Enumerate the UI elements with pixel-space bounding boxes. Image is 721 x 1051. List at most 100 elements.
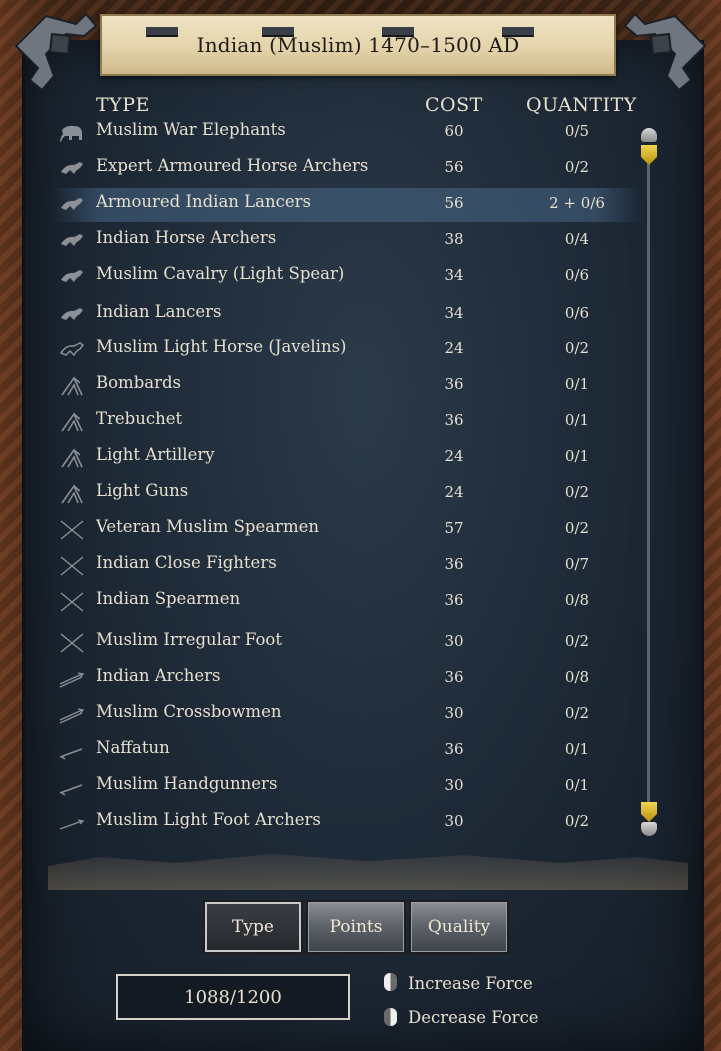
- unit-cost: 24: [444, 447, 464, 465]
- title-banner: Indian (Muslim) 1470–1500 AD: [100, 14, 616, 76]
- crossed-spears-icon: [58, 555, 86, 577]
- unit-name: Expert Armoured Horse Archers: [96, 156, 369, 175]
- unit-name: Indian Archers: [96, 666, 221, 685]
- unit-row[interactable]: Indian Close Fighters 36 0/7: [52, 549, 642, 583]
- unit-name: Indian Close Fighters: [96, 553, 277, 572]
- unit-quantity: 0/6: [564, 266, 590, 284]
- unit-row[interactable]: Muslim Irregular Foot 30 0/2: [52, 626, 642, 660]
- force-points-display: 1088/1200: [116, 974, 350, 1020]
- corner-ornament-right-icon: [623, 12, 707, 92]
- crossed-spears-icon: [58, 632, 86, 654]
- scrollbar[interactable]: [640, 128, 658, 836]
- unit-row[interactable]: Light Artillery 24 0/1: [52, 441, 642, 475]
- scroll-thumb-bottom[interactable]: [641, 802, 657, 822]
- unit-row[interactable]: Indian Horse Archers 38 0/4: [52, 224, 642, 258]
- horse-icon: [58, 158, 86, 180]
- unit-name: Muslim Irregular Foot: [96, 630, 282, 649]
- sort-quality-button[interactable]: Quality: [409, 900, 509, 954]
- unit-row[interactable]: Naffatun 36 0/1: [52, 734, 642, 768]
- horse-icon: [58, 266, 86, 288]
- header-quantity[interactable]: QUANTITY: [526, 94, 637, 116]
- unit-name: Trebuchet: [96, 409, 183, 428]
- unit-quantity: 0/1: [564, 411, 590, 429]
- unit-row[interactable]: Indian Spearmen 36 0/8: [52, 585, 642, 619]
- artillery-icon: [58, 447, 86, 469]
- unit-row[interactable]: Light Guns 24 0/2: [52, 477, 642, 511]
- left-mouse-icon: [384, 973, 397, 991]
- horse-icon: [58, 230, 86, 252]
- gun-icon: [58, 776, 86, 798]
- unit-row[interactable]: Indian Lancers 34 0/6: [52, 298, 642, 332]
- unit-row[interactable]: Muslim War Elephants 60 0/5: [52, 116, 642, 150]
- unit-quantity: 0/4: [564, 230, 590, 248]
- scroll-down-button[interactable]: [641, 822, 657, 836]
- artillery-icon: [58, 411, 86, 433]
- unit-row[interactable]: Muslim Handgunners 30 0/1: [52, 770, 642, 804]
- unit-row[interactable]: Armoured Indian Lancers 56 2 + 0/6: [52, 188, 642, 222]
- unit-row[interactable]: Muslim Cavalry (Light Spear) 34 0/6: [52, 260, 642, 294]
- unit-quantity: 0/7: [564, 555, 590, 573]
- unit-row[interactable]: Muslim Light Foot Archers 30 0/2: [52, 806, 642, 840]
- unit-row[interactable]: Bombards 36 0/1: [52, 369, 642, 403]
- unit-cost: 56: [444, 158, 464, 176]
- scroll-up-button[interactable]: [641, 128, 657, 142]
- unit-cost: 38: [444, 230, 464, 248]
- corner-ornament-left-icon: [14, 12, 98, 92]
- unit-name: Muslim Light Foot Archers: [96, 810, 321, 829]
- crossed-spears-icon: [58, 591, 86, 613]
- unit-row[interactable]: Muslim Crossbowmen 30 0/2: [52, 698, 642, 732]
- unit-name: Indian Horse Archers: [96, 228, 277, 247]
- unit-name: Indian Spearmen: [96, 589, 241, 608]
- unit-cost: 24: [444, 339, 464, 357]
- unit-cost: 36: [444, 375, 464, 393]
- unit-cost: 36: [444, 555, 464, 573]
- unit-quantity: 2 + 0/6: [549, 194, 605, 212]
- scroll-track[interactable]: [647, 146, 650, 818]
- unit-name: Indian Lancers: [96, 302, 222, 321]
- unit-cost: 36: [444, 591, 464, 609]
- unit-row[interactable]: Muslim Light Horse (Javelins) 24 0/2: [52, 333, 642, 367]
- unit-cost: 36: [444, 411, 464, 429]
- unit-row[interactable]: Indian Archers 36 0/8: [52, 662, 642, 696]
- unit-row[interactable]: Trebuchet 36 0/1: [52, 405, 642, 439]
- unit-quantity: 0/1: [564, 776, 590, 794]
- unit-cost: 60: [444, 122, 464, 140]
- arrows-icon: [58, 704, 86, 726]
- unit-quantity: 0/2: [564, 519, 590, 537]
- unit-quantity: 0/1: [564, 447, 590, 465]
- unit-cost: 30: [444, 812, 464, 830]
- banner-notch: [502, 27, 534, 37]
- unit-name: Muslim War Elephants: [96, 120, 286, 139]
- unit-cost: 34: [444, 266, 464, 284]
- unit-name: Naffatun: [96, 738, 170, 757]
- unit-name: Muslim Light Horse (Javelins): [96, 337, 347, 356]
- horse-icon: [58, 304, 86, 326]
- unit-cost: 36: [444, 740, 464, 758]
- header-type[interactable]: TYPE: [96, 94, 150, 116]
- unit-quantity: 0/2: [564, 158, 590, 176]
- gun-icon: [58, 740, 86, 762]
- unit-quantity: 0/5: [564, 122, 590, 140]
- increase-force-hint: Increase Force: [408, 974, 533, 993]
- unit-cost: 30: [444, 704, 464, 722]
- sort-type-button[interactable]: Type: [203, 900, 303, 954]
- unit-name: Light Guns: [96, 481, 189, 500]
- horse-icon: [58, 194, 86, 216]
- banner-notch: [262, 27, 294, 37]
- unit-quantity: 0/2: [564, 339, 590, 357]
- arrows-icon: [58, 668, 86, 690]
- header-cost[interactable]: COST: [425, 94, 483, 116]
- scroll-thumb-top[interactable]: [641, 145, 657, 165]
- unit-row[interactable]: Veteran Muslim Spearmen 57 0/2: [52, 513, 642, 547]
- banner-notch: [146, 27, 178, 37]
- unit-name: Light Artillery: [96, 445, 215, 464]
- unit-name: Veteran Muslim Spearmen: [96, 517, 319, 536]
- arrow-icon: [58, 812, 86, 834]
- unit-name: Armoured Indian Lancers: [96, 192, 311, 211]
- banner-notch: [382, 27, 414, 37]
- unit-row[interactable]: Expert Armoured Horse Archers 56 0/2: [52, 152, 642, 186]
- unit-cost: 24: [444, 483, 464, 501]
- sort-points-button[interactable]: Points: [306, 900, 406, 954]
- right-mouse-icon: [384, 1008, 397, 1026]
- unit-cost: 30: [444, 632, 464, 650]
